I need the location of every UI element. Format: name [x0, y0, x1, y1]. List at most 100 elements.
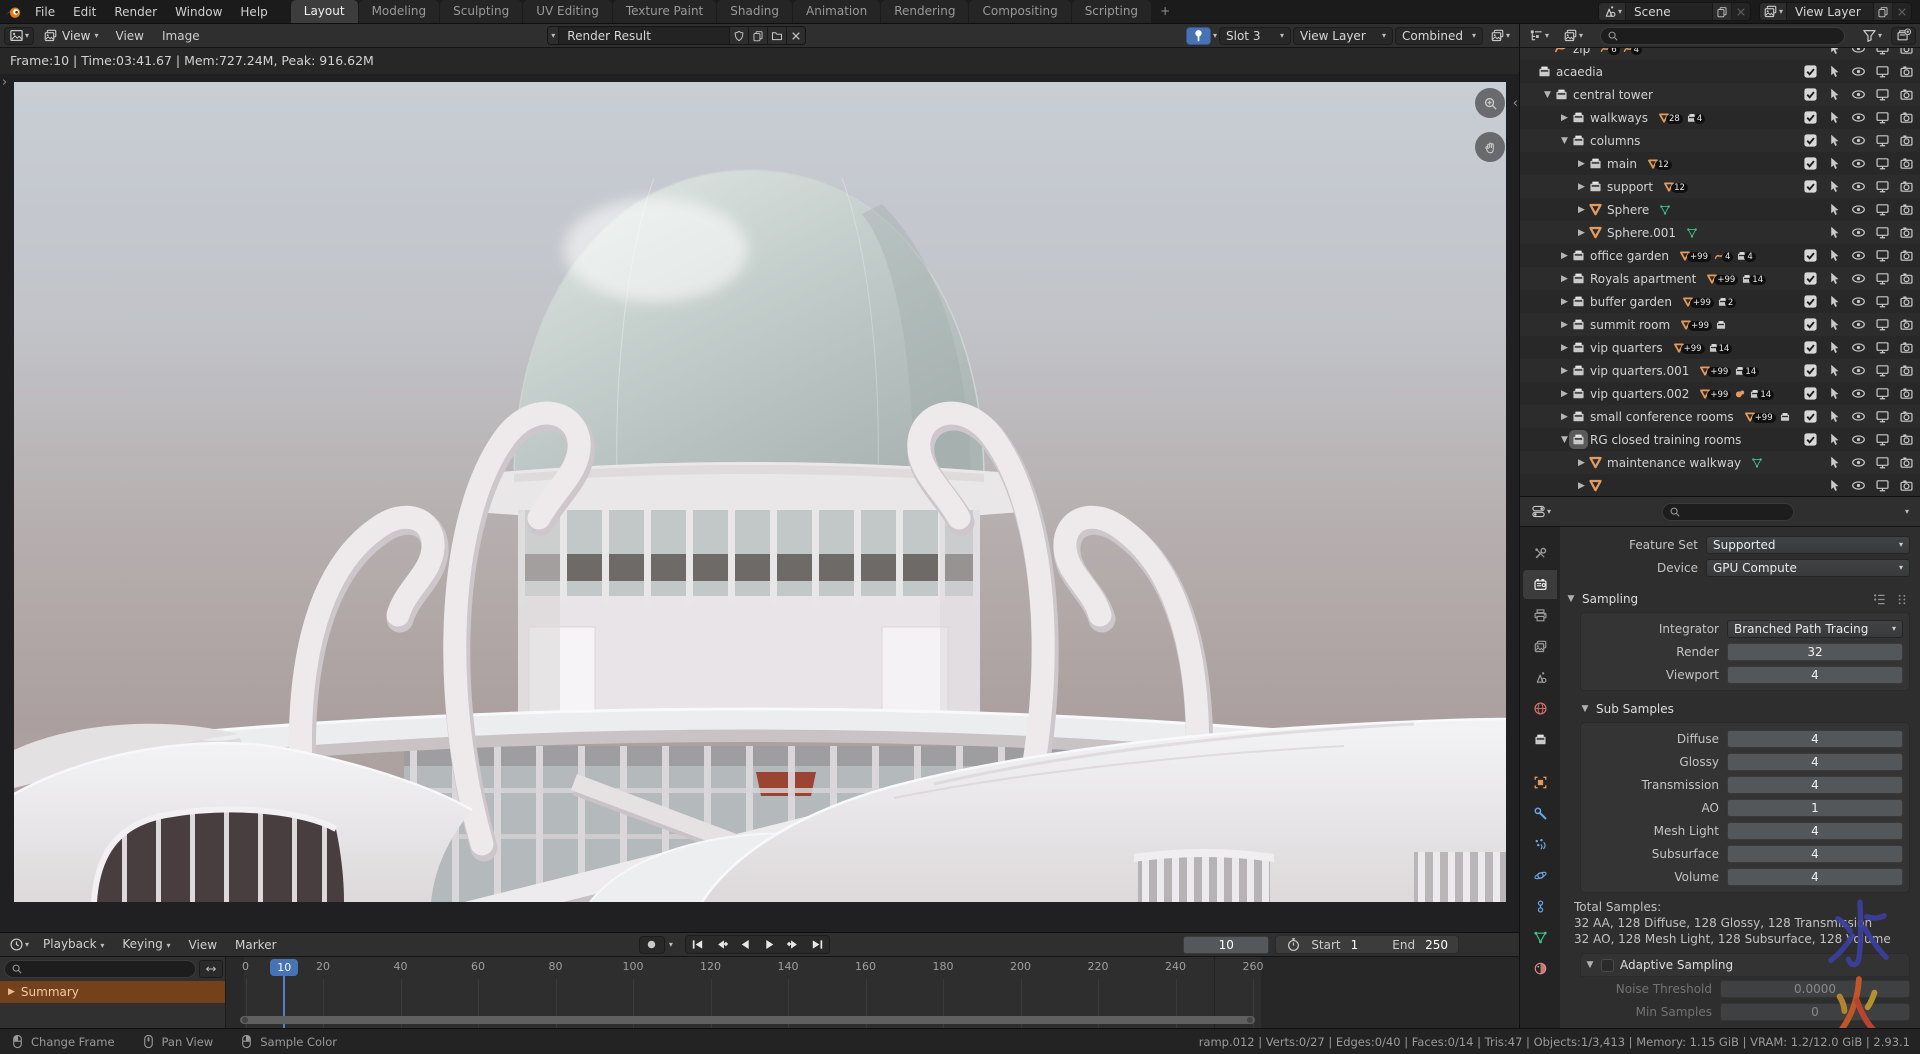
outliner-row[interactable]: ▶summit room+99	[1520, 313, 1920, 336]
hide-toggle-icon[interactable]	[1851, 156, 1866, 171]
outliner-row[interactable]: zip64	[1520, 48, 1920, 60]
timeline-editor-type-dropdown[interactable]: ▾	[4, 936, 34, 954]
expander-icon[interactable]: ▶	[1575, 458, 1588, 468]
noise-threshold-field[interactable]: 0.0000	[1720, 980, 1910, 998]
viewport-disable-toggle-icon[interactable]	[1875, 48, 1890, 56]
integrator-dropdown[interactable]: Branched Path Tracing▾	[1727, 620, 1903, 638]
current-frame-badge[interactable]: 10	[270, 959, 298, 976]
outliner-item-label[interactable]: main	[1607, 157, 1637, 171]
jump-to-end-button[interactable]	[806, 936, 829, 953]
new-view-layer-button[interactable]	[1873, 3, 1892, 20]
workspace-tab-layout[interactable]: Layout	[291, 0, 358, 23]
expander-icon[interactable]: ▶	[1558, 113, 1571, 123]
render-disable-toggle-icon[interactable]	[1899, 64, 1914, 79]
timeline-track[interactable]: 02040608010012014016018020022024026010	[226, 957, 1519, 1028]
properties-search-input[interactable]	[1662, 503, 1794, 521]
properties-tab-view-layer[interactable]	[1523, 632, 1557, 661]
outliner-row[interactable]: ▶Royals apartment+9914	[1520, 267, 1920, 290]
render-pass-dropdown[interactable]: Combined▾	[1395, 27, 1483, 45]
render-disable-toggle-icon[interactable]	[1899, 87, 1914, 102]
timeline-menu-playback[interactable]: Playback ▾	[34, 932, 113, 958]
selectable-toggle-icon[interactable]	[1827, 110, 1842, 125]
open-image-button[interactable]	[767, 27, 786, 44]
hide-toggle-icon[interactable]	[1851, 271, 1866, 286]
outliner-row[interactable]: ▶buffer garden+992	[1520, 290, 1920, 313]
outliner-item-label[interactable]: central tower	[1573, 88, 1653, 102]
scene-name[interactable]: Scene	[1626, 5, 1712, 19]
expander-icon[interactable]: ▶	[1558, 366, 1571, 376]
render-disable-toggle-icon[interactable]	[1899, 363, 1914, 378]
hide-toggle-icon[interactable]	[1851, 363, 1866, 378]
main-menu-edit[interactable]: Edit	[64, 0, 105, 24]
selectable-toggle-icon[interactable]	[1827, 48, 1842, 56]
exclude-checkbox-icon[interactable]	[1803, 432, 1818, 447]
hide-toggle-icon[interactable]	[1851, 478, 1866, 493]
exclude-checkbox-icon[interactable]	[1803, 179, 1818, 194]
properties-tab-material[interactable]	[1523, 954, 1557, 983]
exclude-checkbox-icon[interactable]	[1803, 363, 1818, 378]
selectable-toggle-icon[interactable]	[1827, 409, 1842, 424]
selectable-toggle-icon[interactable]	[1827, 317, 1842, 332]
image-pin-toggle[interactable]	[1186, 27, 1211, 45]
hide-toggle-icon[interactable]	[1851, 48, 1866, 56]
start-value[interactable]: 1	[1351, 938, 1359, 952]
expander-icon[interactable]: ▶	[1575, 481, 1588, 491]
outliner-view-layer-dropdown[interactable]: ▾	[1558, 27, 1588, 45]
filter-toggle-icon[interactable]	[199, 960, 223, 978]
zoom-gizmo[interactable]	[1475, 88, 1505, 118]
render-disable-toggle-icon[interactable]	[1899, 386, 1914, 401]
hide-toggle-icon[interactable]	[1851, 248, 1866, 263]
properties-options-dropdown[interactable]: ▾	[1900, 503, 1914, 521]
outliner-row[interactable]: ▶vip quarters.001+9914	[1520, 359, 1920, 382]
timeline-search-input[interactable]	[4, 960, 196, 978]
expander-icon[interactable]: ▶	[1558, 251, 1571, 261]
auto-keying-toggle[interactable]	[639, 936, 665, 954]
play-button[interactable]	[758, 936, 781, 953]
properties-tab-modifiers[interactable]	[1523, 799, 1557, 828]
mesh-light-samples-field[interactable]: 4	[1727, 822, 1903, 840]
selectable-toggle-icon[interactable]	[1827, 179, 1842, 194]
region-collapse-icon[interactable]: ‹	[1513, 96, 1518, 111]
expander-icon[interactable]: ▶	[1575, 228, 1588, 238]
hide-toggle-icon[interactable]	[1851, 110, 1866, 125]
selectable-toggle-icon[interactable]	[1827, 271, 1842, 286]
glossy-samples-field[interactable]: 4	[1727, 753, 1903, 771]
properties-tab-output[interactable]	[1523, 601, 1557, 630]
diffuse-samples-field[interactable]: 4	[1727, 730, 1903, 748]
outliner-row[interactable]: ▼RG closed training rooms	[1520, 428, 1920, 451]
main-menu-file[interactable]: File	[26, 0, 64, 24]
render-disable-toggle-icon[interactable]	[1899, 478, 1914, 493]
viewport-disable-toggle-icon[interactable]	[1875, 133, 1890, 148]
view-layer-browse-dropdown[interactable]: ▾	[1760, 3, 1787, 20]
exclude-checkbox-icon[interactable]	[1803, 156, 1818, 171]
render-disable-toggle-icon[interactable]	[1899, 225, 1914, 240]
adaptive-sampling-header[interactable]: ▼Adaptive Sampling	[1580, 953, 1910, 977]
outliner-row[interactable]: acaedia	[1520, 60, 1920, 83]
outliner-item-label[interactable]: office garden	[1590, 249, 1669, 263]
view-layer-name[interactable]: View Layer	[1787, 5, 1873, 19]
outliner-item-label[interactable]: zip	[1573, 48, 1590, 56]
expander-icon[interactable]: ▶	[1558, 297, 1571, 307]
workspace-tab-rendering[interactable]: Rendering	[881, 0, 968, 23]
main-menu-help[interactable]: Help	[231, 0, 276, 24]
viewport-disable-toggle-icon[interactable]	[1875, 363, 1890, 378]
viewport-disable-toggle-icon[interactable]	[1875, 110, 1890, 125]
pin-dropdown[interactable]: ▾	[1213, 31, 1217, 40]
hide-toggle-icon[interactable]	[1851, 64, 1866, 79]
image-datablock[interactable]: ▾ Render Result	[547, 26, 806, 45]
selectable-toggle-icon[interactable]	[1827, 294, 1842, 309]
unlink-image-button[interactable]	[786, 27, 805, 44]
outliner-row[interactable]: ▼columns	[1520, 129, 1920, 152]
transmission-samples-field[interactable]: 4	[1727, 776, 1903, 794]
exclude-checkbox-icon[interactable]	[1803, 409, 1818, 424]
viewport-disable-toggle-icon[interactable]	[1875, 455, 1890, 470]
outliner-item-label[interactable]: maintenance walkway	[1607, 456, 1741, 470]
hide-toggle-icon[interactable]	[1851, 386, 1866, 401]
hide-toggle-icon[interactable]	[1851, 409, 1866, 424]
view-layer-selector[interactable]: ▾ View Layer	[1759, 2, 1912, 21]
hide-toggle-icon[interactable]	[1851, 179, 1866, 194]
selectable-toggle-icon[interactable]	[1827, 225, 1842, 240]
expander-icon[interactable]: ▶	[1558, 274, 1571, 284]
hide-toggle-icon[interactable]	[1851, 455, 1866, 470]
viewport-disable-toggle-icon[interactable]	[1875, 478, 1890, 493]
